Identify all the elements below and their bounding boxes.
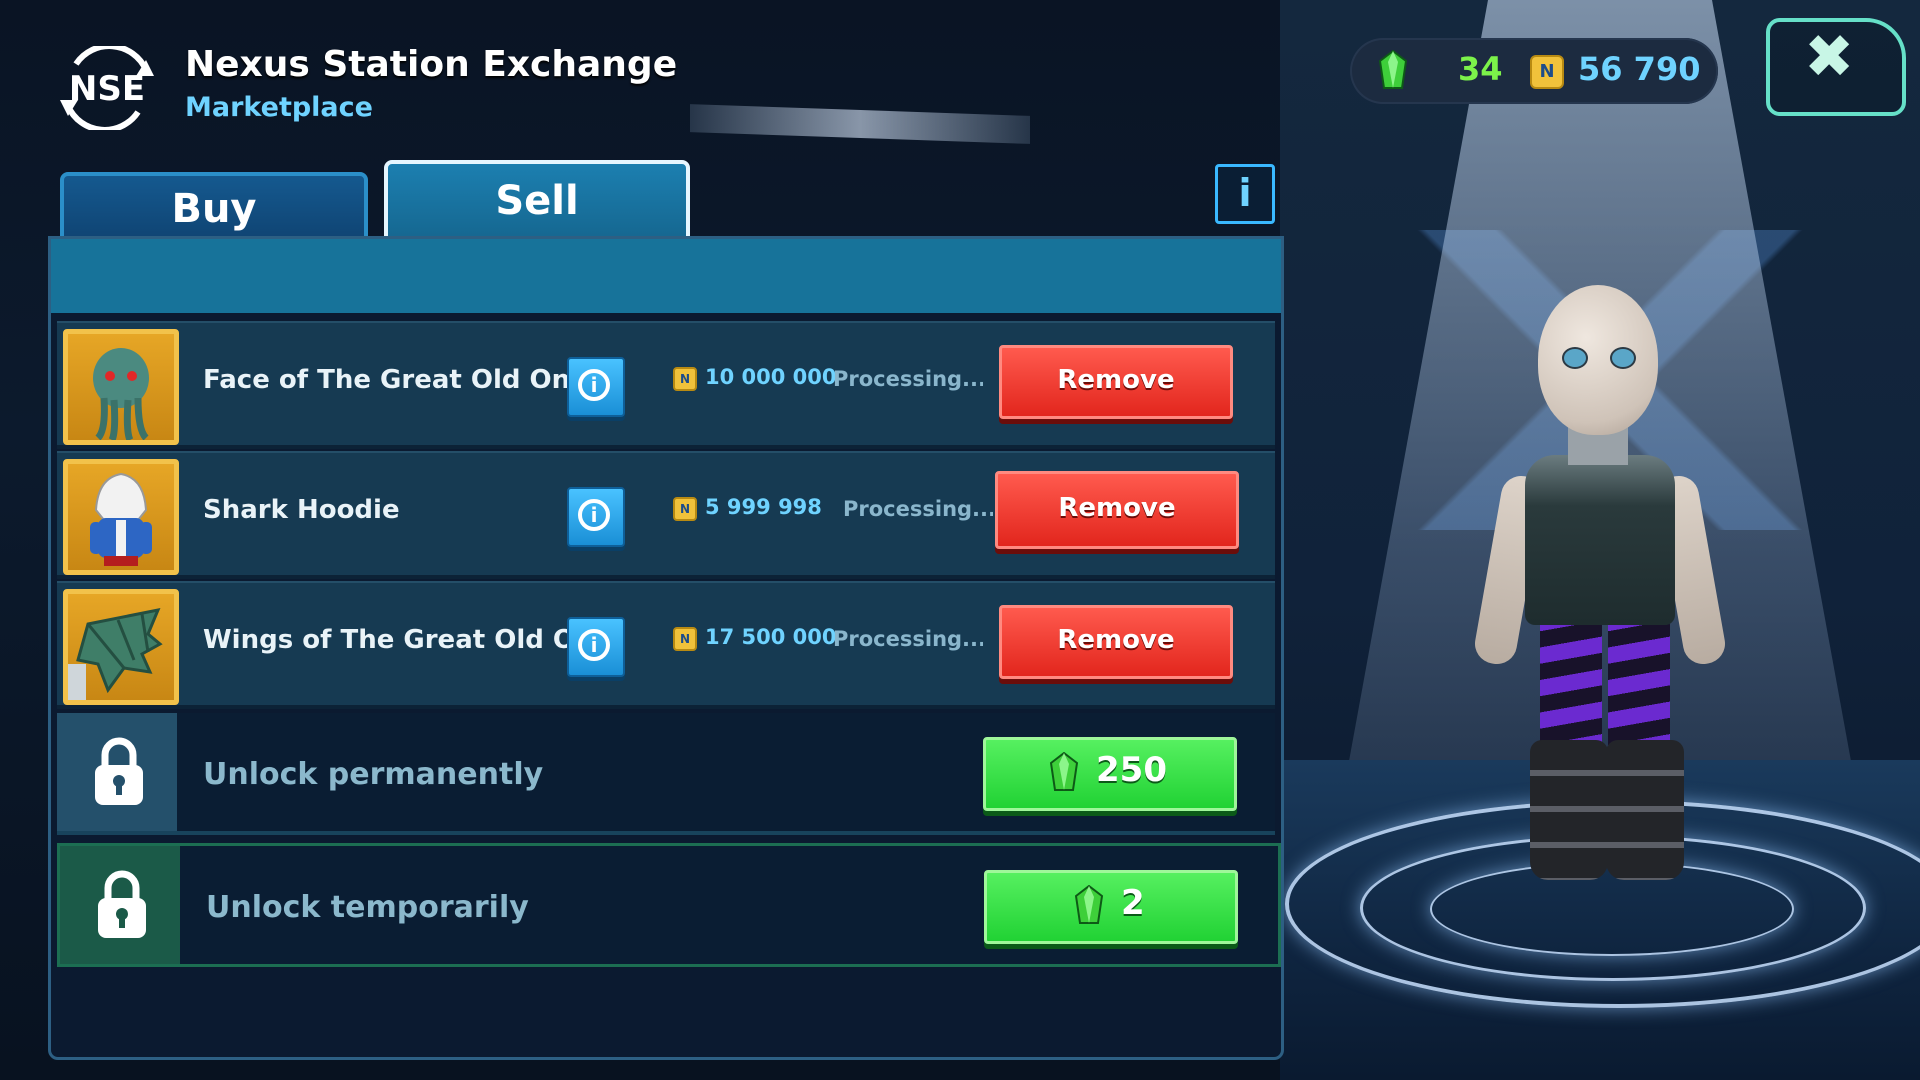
listing-row: Wings of The Great Old One i N 17 500 00… xyxy=(57,581,1275,709)
item-info-button[interactable]: i xyxy=(567,487,625,547)
panel-header-strip xyxy=(51,239,1281,313)
unlock-cost: 2 xyxy=(1121,883,1145,923)
info-icon: i xyxy=(578,499,610,531)
coin-count: 56 790 xyxy=(1578,50,1701,88)
page-subtitle: Marketplace xyxy=(185,92,373,123)
remove-button[interactable]: Remove xyxy=(999,605,1233,679)
lock-icon xyxy=(95,737,143,805)
info-icon: i xyxy=(578,629,610,661)
gem-icon xyxy=(1378,50,1408,89)
item-price: 10 000 000 xyxy=(705,365,837,389)
player-avatar[interactable] xyxy=(1470,285,1730,905)
item-status: Processing... xyxy=(843,497,993,521)
close-button[interactable]: ✖ xyxy=(1766,18,1906,116)
gem-count: 34 xyxy=(1458,50,1503,88)
unlock-temporary-row: Unlock temporarily 2 xyxy=(57,843,1281,967)
avatar-boot xyxy=(1606,740,1684,880)
lock-slot xyxy=(60,846,180,964)
avatar-eye xyxy=(1562,347,1588,369)
avatar-torso xyxy=(1525,455,1675,625)
listing-row: Face of The Great Old One i N 10 000 000… xyxy=(57,321,1275,449)
item-name: Face of The Great Old One xyxy=(203,365,588,395)
item-thumbnail-face xyxy=(63,329,179,445)
item-name: Shark Hoodie xyxy=(203,495,400,525)
info-icon: i xyxy=(578,369,610,401)
item-status: Processing... xyxy=(833,627,983,651)
lock-icon xyxy=(98,870,146,938)
nse-logo: NSE xyxy=(50,43,164,133)
item-price: 5 999 998 xyxy=(705,495,822,519)
unlock-permanent-row: Unlock permanently 250 xyxy=(57,713,1275,835)
item-thumbnail-wings xyxy=(63,589,179,705)
listing-row: Shark Hoodie i N 5 999 998 Processing...… xyxy=(57,451,1275,579)
unlock-temporary-button[interactable]: 2 xyxy=(984,870,1238,944)
item-thumbnail-hoodie xyxy=(63,459,179,575)
logo-text: NSE xyxy=(69,69,145,109)
avatar-boot xyxy=(1530,740,1608,880)
avatar-eye xyxy=(1610,347,1636,369)
info-button[interactable]: i xyxy=(1215,164,1275,224)
coin-icon: N xyxy=(673,367,697,391)
coin-icon: N xyxy=(1530,55,1564,89)
unlock-label: Unlock permanently xyxy=(203,757,544,792)
avatar-head xyxy=(1538,285,1658,435)
remove-button[interactable]: Remove xyxy=(999,345,1233,419)
remove-button[interactable]: Remove xyxy=(995,471,1239,549)
page-title: Nexus Station Exchange xyxy=(185,44,678,85)
item-status: Processing... xyxy=(833,367,983,391)
item-info-button[interactable]: i xyxy=(567,357,625,417)
item-price: 17 500 000 xyxy=(705,625,837,649)
listings-panel: Face of The Great Old One i N 10 000 000… xyxy=(48,236,1284,1060)
unlock-permanent-button[interactable]: 250 xyxy=(983,737,1237,811)
item-name: Wings of The Great Old One xyxy=(203,625,612,655)
gem-icon xyxy=(1049,752,1079,791)
coin-icon: N xyxy=(673,627,697,651)
item-info-button[interactable]: i xyxy=(567,617,625,677)
gem-icon xyxy=(1074,885,1104,924)
tab-buy[interactable]: Buy xyxy=(60,172,368,246)
tab-sell[interactable]: Sell xyxy=(384,160,690,246)
currency-display: 34 N 56 790 xyxy=(1350,38,1718,104)
unlock-label: Unlock temporarily xyxy=(206,890,529,925)
lock-slot xyxy=(57,713,177,831)
close-icon: ✖ xyxy=(1804,22,1855,92)
unlock-cost: 250 xyxy=(1096,750,1167,790)
coin-icon: N xyxy=(673,497,697,521)
